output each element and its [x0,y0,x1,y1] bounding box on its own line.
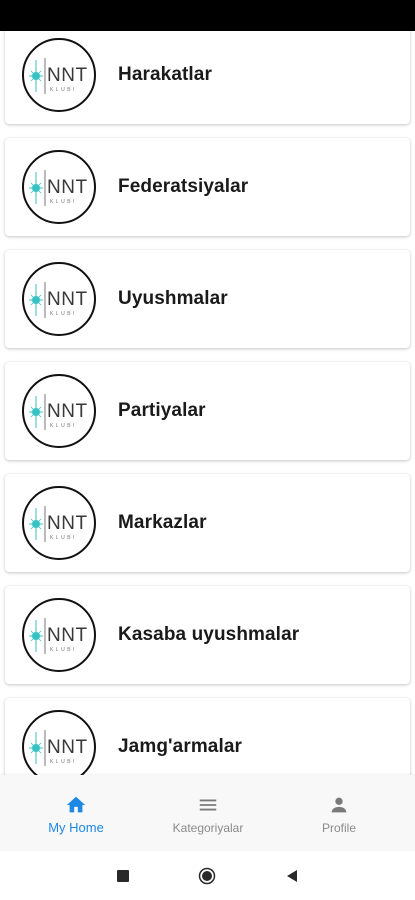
nnt-logo-icon: NNT KLUBI [29,170,88,206]
logo-subtext: KLUBI [50,199,77,205]
bottom-navigation: My Home Kategoriyalar Profile [0,775,415,851]
list-item[interactable]: NNT KLUBI Federatsiyalar [5,138,410,236]
nnt-logo-icon: NNT KLUBI [29,282,88,318]
list-item-title: Markazlar [118,512,207,533]
logo-text: NNT [47,625,88,646]
logo-subtext: KLUBI [50,423,77,429]
list-item-title: Federatsiyalar [118,176,249,197]
status-bar [0,0,415,31]
nnt-logo-icon: NNT KLUBI [29,58,88,94]
list-item-title: Jamg'armalar [118,736,243,757]
menu-icon [199,799,217,811]
nav-label-kategoriyalar: Kategoriyalar [172,821,244,835]
list-item-title: Harakatlar [118,64,212,85]
logo-subtext: KLUBI [50,87,77,93]
nav-tab-my-home[interactable]: My Home [7,775,145,851]
android-system-navigation [0,851,415,900]
logo-text: NNT [47,65,88,86]
home-icon [66,796,86,813]
logo-subtext: KLUBI [50,535,77,541]
nnt-logo-icon: NNT KLUBI [29,506,88,542]
nav-label-my-home: My Home [48,820,104,835]
back-triangle-icon[interactable] [283,867,301,885]
logo-subtext: KLUBI [50,759,77,765]
list-item[interactable]: NNT KLUBI Markazlar [5,474,410,572]
list-item[interactable]: NNT KLUBI Kasaba uyushmalar [5,586,410,684]
nnt-logo-icon: NNT KLUBI [29,730,88,766]
nnt-klubi-logo: NNT KLUBI [22,150,96,224]
nnt-klubi-logo: NNT KLUBI [22,38,96,112]
list-item[interactable]: NNT KLUBI Harakatlar [5,31,410,124]
nnt-klubi-logo: NNT KLUBI [22,262,96,336]
recents-square-icon[interactable] [114,867,132,885]
logo-text: NNT [47,289,88,310]
nnt-logo-icon: NNT KLUBI [29,394,88,430]
nav-tab-profile[interactable]: Profile [270,775,408,851]
logo-text: NNT [47,737,88,758]
list-item-title: Kasaba uyushmalar [118,624,300,645]
nnt-klubi-logo: NNT KLUBI [22,598,96,672]
category-list: NNT KLUBI Harakatlar NNT KLUBI Federatsi… [0,31,415,775]
person-icon [331,797,347,813]
nnt-klubi-logo: NNT KLUBI [22,374,96,448]
home-circle-icon[interactable] [198,867,216,885]
nnt-logo-icon: NNT KLUBI [29,618,88,654]
logo-subtext: KLUBI [50,311,77,317]
list-item[interactable]: NNT KLUBI Jamg'armalar [5,698,410,775]
nav-label-profile: Profile [321,821,356,835]
list-item-title: Partiyalar [118,400,206,421]
nnt-klubi-logo: NNT KLUBI [22,486,96,560]
nnt-klubi-logo: NNT KLUBI [22,710,96,775]
nav-tab-kategoriyalar[interactable]: Kategoriyalar [139,775,277,851]
logo-text: NNT [47,177,88,198]
logo-subtext: KLUBI [50,647,77,653]
list-item[interactable]: NNT KLUBI Partiyalar [5,362,410,460]
list-item-title: Uyushmalar [118,288,228,309]
logo-text: NNT [47,513,88,534]
list-item[interactable]: NNT KLUBI Uyushmalar [5,250,410,348]
category-list-viewport[interactable]: NNT KLUBI Harakatlar NNT KLUBI Federatsi… [0,31,415,775]
logo-text: NNT [47,401,88,422]
